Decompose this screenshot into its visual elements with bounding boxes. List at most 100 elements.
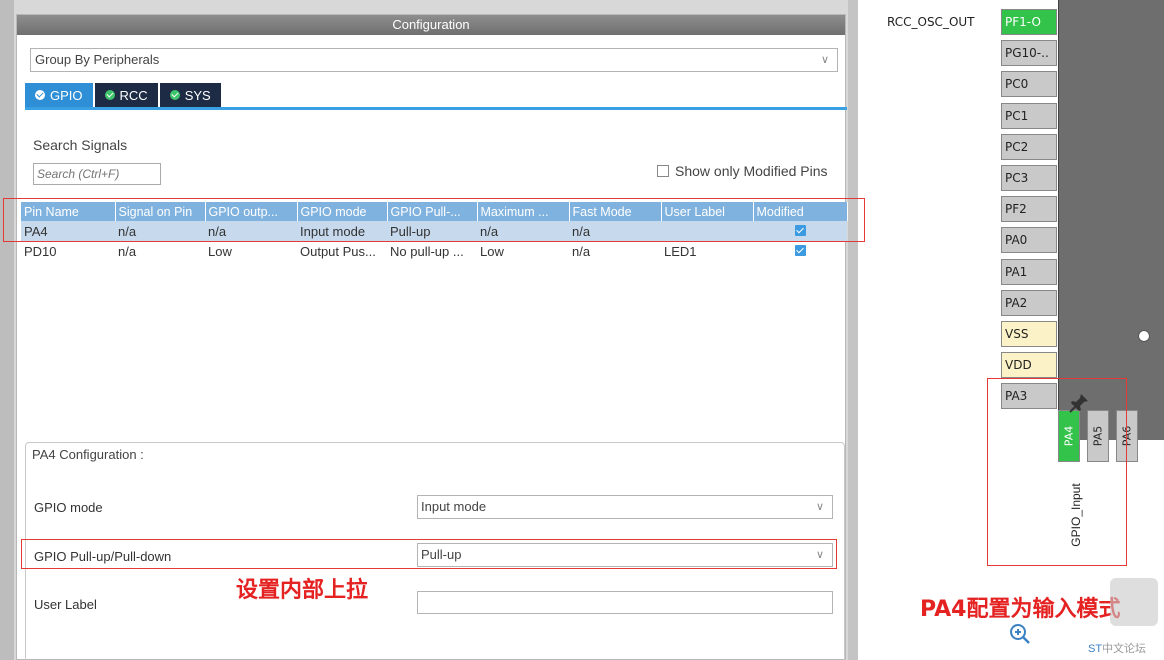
pin-pc1[interactable]: PC1 <box>1001 102 1057 129</box>
column-header[interactable]: Fast Mode <box>569 202 662 221</box>
group-by-select[interactable]: Group By Peripherals ∨ <box>30 48 838 72</box>
table-cell <box>661 221 753 241</box>
tab-gpio[interactable]: GPIO <box>25 83 93 107</box>
pin-pa1[interactable]: PA1 <box>1001 258 1057 285</box>
tab-rcc[interactable]: RCC <box>94 83 158 107</box>
user-label-label: User Label <box>34 597 97 612</box>
search-label: Search Signals <box>33 137 128 153</box>
tab-sys[interactable]: SYS <box>159 83 221 107</box>
tab-label: RCC <box>119 87 148 103</box>
chevron-down-icon: ∨ <box>815 549 824 561</box>
pin-pf1o[interactable]: PF1-O <box>1001 9 1057 35</box>
column-header[interactable]: Modified <box>753 202 848 221</box>
table-cell: No pull-up ... <box>390 243 464 259</box>
table-cell: n/a <box>115 221 205 241</box>
check-circle-icon <box>104 90 115 100</box>
table-cell: n/a <box>118 243 137 259</box>
tab-label: GPIO <box>50 87 83 103</box>
annotation-pull-up: 设置内部上拉 <box>236 578 369 603</box>
left-scrollbar[interactable] <box>0 0 14 660</box>
column-header[interactable]: Signal on Pin <box>115 202 206 221</box>
gpio-pull-select[interactable]: Pull-up ∨ <box>417 543 833 567</box>
floating-action-button[interactable] <box>1110 578 1158 626</box>
pin-label: PA5 <box>1091 425 1105 447</box>
column-header[interactable]: Pin Name <box>21 202 116 221</box>
column-header[interactable]: User Label <box>661 202 754 221</box>
table-cell: n/a <box>572 243 591 259</box>
config-frame: Configuration Group By Peripherals ∨ GPI… <box>0 0 858 660</box>
chip-resize-handle[interactable] <box>1138 330 1150 342</box>
rcc-osc-out-label: RCC_OSC_OUT <box>887 15 975 29</box>
group-by-value: Group By Peripherals <box>35 52 160 67</box>
pa4-signal-label: GPIO_Input <box>1066 480 1086 550</box>
gpio-pull-value: Pull-up <box>421 547 462 562</box>
tab-underline <box>25 107 847 110</box>
table-cell: Input mode <box>297 221 387 241</box>
pushpin-icon <box>1069 394 1088 413</box>
forum-watermark: ST中文论坛 <box>1088 640 1146 656</box>
checkbox-checked-icon[interactable] <box>794 244 806 256</box>
table-cell: PD10 <box>24 243 57 259</box>
table-cell: n/a <box>205 221 297 241</box>
check-circle-icon <box>35 90 45 100</box>
column-header[interactable]: GPIO Pull-... <box>387 202 478 221</box>
table-cell: PA4 <box>21 221 115 241</box>
pin-vss[interactable]: VSS <box>1001 321 1057 347</box>
column-header[interactable]: GPIO outp... <box>205 202 298 221</box>
gpio-mode-select[interactable]: Input mode ∨ <box>417 495 833 519</box>
chevron-down-icon: ∨ <box>815 501 824 513</box>
table-cell: LED1 <box>664 243 697 259</box>
zoom-in-icon[interactable] <box>1008 622 1032 646</box>
watermark-text: 中文论坛 <box>1102 643 1147 655</box>
user-label-input[interactable] <box>417 591 833 614</box>
pin-pa0[interactable]: PA0 <box>1001 227 1057 254</box>
pin-label: PA4 <box>1062 425 1076 447</box>
watermark-brand: ST <box>1088 643 1103 655</box>
checkbox-checked-icon[interactable] <box>794 224 806 236</box>
modified-cell <box>753 241 847 261</box>
chip-body <box>1058 0 1164 440</box>
table-header: Pin Name Signal on Pin GPIO outp... GPIO mo… <box>21 202 848 221</box>
column-header[interactable]: Maximum ... <box>477 202 570 221</box>
pin-pc0[interactable]: PC0 <box>1001 71 1057 98</box>
table-cell: Output Pus... <box>300 243 376 259</box>
annotation-pa4-input: PA4配置为输入模式 <box>920 597 1121 622</box>
pin-pf2[interactable]: PF2 <box>1001 196 1057 223</box>
pa4-config-legend: PA4 Configuration : <box>29 447 147 462</box>
pin-pc3[interactable]: PC3 <box>1001 165 1057 191</box>
show-modified-toggle[interactable]: Show only Modified Pins <box>657 163 828 179</box>
pa4-signal-text: GPIO_Input <box>1069 483 1083 547</box>
modified-cell <box>753 221 847 241</box>
pin-pg10[interactable]: PG10-.. <box>1001 40 1057 67</box>
check-circle-icon <box>169 90 180 100</box>
table-cell: Low <box>208 243 232 259</box>
table-cell: n/a <box>569 221 661 241</box>
right-scrollbar[interactable] <box>848 0 858 660</box>
table-row[interactable]: PD10 n/a Low Output Pus... No pull-up ... Low… <box>21 241 847 261</box>
peripheral-tabs: GPIO RCC SYS <box>25 83 223 107</box>
table-cell: n/a <box>477 221 569 241</box>
pin-pa3[interactable]: PA3 <box>1001 383 1057 410</box>
pin-vdd[interactable]: VDD <box>1001 352 1057 379</box>
chevron-down-icon: ∨ <box>820 54 829 66</box>
configuration-panel: Configuration Group By Peripherals ∨ GPI… <box>16 14 848 660</box>
gpio-mode-value: Input mode <box>421 499 487 514</box>
pin-pc2[interactable]: PC2 <box>1001 133 1057 160</box>
tab-label: SYS <box>184 87 211 103</box>
table-cell: Pull-up <box>387 221 477 241</box>
pin-label: PA6 <box>1120 425 1134 447</box>
show-modified-checkbox[interactable] <box>657 165 669 177</box>
table-cell: Low <box>480 243 504 259</box>
column-header[interactable]: GPIO mode <box>297 202 388 221</box>
table-row[interactable]: PA4 n/a n/a Input mode Pull-up n/a n/a <box>21 221 847 241</box>
pin-pa2[interactable]: PA2 <box>1001 289 1057 316</box>
gpio-pull-label: GPIO Pull-up/Pull-down <box>34 549 172 564</box>
panel-title: Configuration <box>17 15 845 35</box>
search-input[interactable] <box>33 163 161 185</box>
pin-pa4[interactable]: PA4 <box>1058 410 1080 462</box>
pin-table: Pin Name Signal on Pin GPIO outp... GPIO mo… <box>21 202 848 261</box>
pin-pa5[interactable]: PA5 <box>1087 410 1109 462</box>
show-modified-label: Show only Modified Pins <box>675 163 828 179</box>
pin-pa6[interactable]: PA6 <box>1116 410 1138 462</box>
gpio-mode-label: GPIO mode <box>34 500 103 515</box>
